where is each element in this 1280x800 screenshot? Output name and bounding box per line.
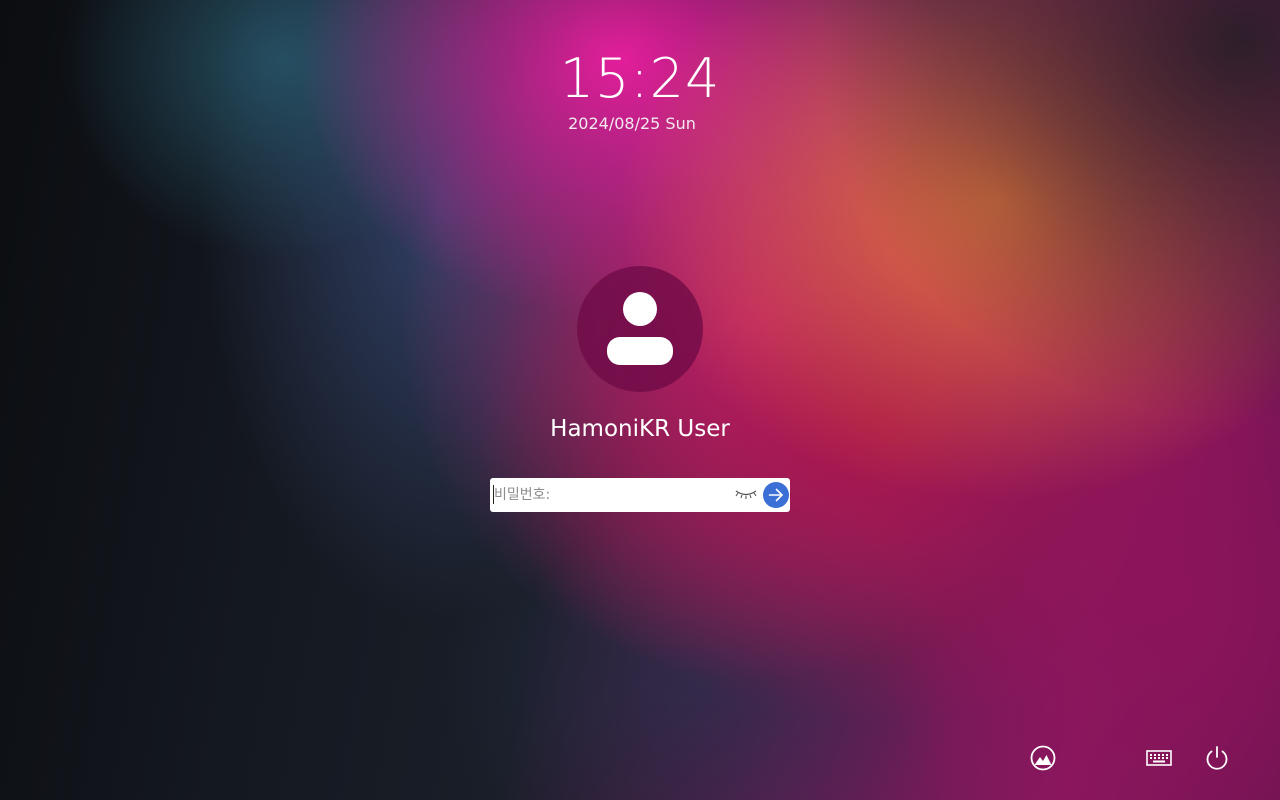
password-input[interactable] xyxy=(492,480,728,510)
session-icon[interactable] xyxy=(1029,744,1057,772)
clock-date: 2024/08/25 Sun xyxy=(568,114,696,133)
clock-time: 15:24 xyxy=(559,47,721,110)
login-submit-button[interactable] xyxy=(763,482,789,508)
power-icon[interactable] xyxy=(1203,744,1231,772)
keyboard-icon[interactable] xyxy=(1145,744,1173,772)
username-label: HamoniKR User xyxy=(550,416,730,442)
avatar[interactable] xyxy=(577,266,703,392)
eye-closed-icon[interactable] xyxy=(734,486,758,502)
user-icon xyxy=(607,292,673,365)
text-caret xyxy=(493,485,494,504)
arrow-right-icon xyxy=(768,488,783,502)
